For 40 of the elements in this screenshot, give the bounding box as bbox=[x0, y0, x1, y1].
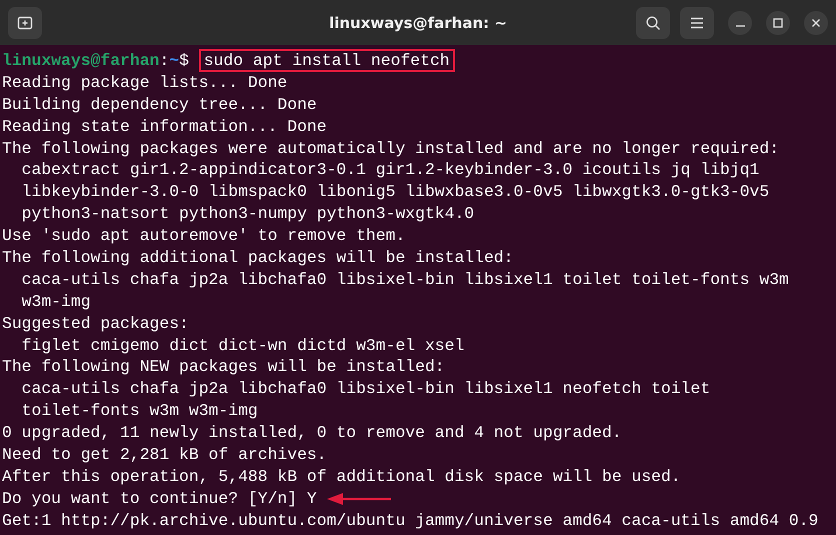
minimize-button[interactable] bbox=[728, 10, 752, 34]
search-icon bbox=[645, 14, 661, 30]
output-line: 0 upgraded, 11 newly installed, 0 to remove and 4 not upgraded. bbox=[2, 422, 622, 444]
output-line: Reading package lists... Done bbox=[2, 72, 288, 94]
output-line: Get:1 http://pk.archive.ubuntu.com/ubuntu jammy/universe amd64 caca-utils amd64 0.9 bbox=[2, 510, 818, 532]
new-tab-button[interactable] bbox=[8, 6, 42, 38]
prompt-path: ~ bbox=[169, 50, 180, 72]
output-line: The following packages were automatically installed and are no longer required: bbox=[2, 138, 780, 160]
menu-button[interactable] bbox=[680, 6, 714, 38]
output-line: After this operation, 5,488 kB of additional disk space will be used. bbox=[2, 466, 681, 488]
output-line: libkeybinder-3.0-0 libmspack0 libonig5 libwxbase3.0-0v5 libwxgtk3.0-gtk3-0v5 bbox=[20, 181, 770, 204]
output-line: caca-utils chafa jp2a libchafa0 libsixel-bin libsixel1 neofetch toilet bbox=[20, 378, 710, 400]
prompt-symbol: $ bbox=[179, 50, 189, 72]
menu-icon bbox=[690, 16, 704, 28]
search-button[interactable] bbox=[636, 6, 670, 38]
output-line: figlet cmigemo dict dict-wn dictd w3m-el xsel bbox=[20, 334, 464, 356]
output-line: The following NEW packages will be installed: bbox=[2, 356, 445, 378]
command-text: sudo apt install neofetch bbox=[198, 49, 455, 72]
maximize-icon bbox=[773, 18, 783, 28]
output-line: toilet-fonts w3m w3m-img bbox=[20, 400, 258, 422]
output-line: Need to get 2,281 kB of archives. bbox=[2, 444, 327, 466]
output-line: cabextract gir1.2-appindicator3-0.1 gir1.2-keybinder-3.0 icoutils jq libjq1 bbox=[20, 159, 760, 182]
question-text: Do you want to continue? [Y/n] bbox=[2, 488, 298, 510]
prompt-user-host: linuxways@farhan bbox=[2, 50, 160, 72]
prompt-separator: : bbox=[159, 50, 170, 72]
output-line: Building dependency tree... Done bbox=[2, 94, 317, 116]
close-button[interactable] bbox=[804, 10, 828, 34]
output-line: w3m-img bbox=[20, 290, 91, 313]
maximize-button[interactable] bbox=[766, 10, 790, 34]
new-tab-icon bbox=[17, 14, 33, 30]
output-line: The following additional packages will be installed: bbox=[2, 247, 514, 269]
output-line: Use 'sudo apt autoremove' to remove them. bbox=[2, 225, 406, 248]
output-line: python3-natsort python3-numpy python3-wxgtk4.0 bbox=[20, 203, 474, 226]
output-line: Suggested packages: bbox=[2, 312, 189, 335]
output-line: Reading state information... Done bbox=[2, 116, 327, 138]
output-line: caca-utils chafa jp2a libchafa0 libsixel-bin libsixel1 toilet toilet-fonts w3m bbox=[20, 268, 789, 291]
minimize-icon bbox=[736, 25, 744, 27]
window-title: linuxways@farhan: ~ bbox=[329, 14, 507, 32]
close-icon bbox=[811, 18, 821, 28]
answer-text: Y bbox=[306, 488, 317, 510]
